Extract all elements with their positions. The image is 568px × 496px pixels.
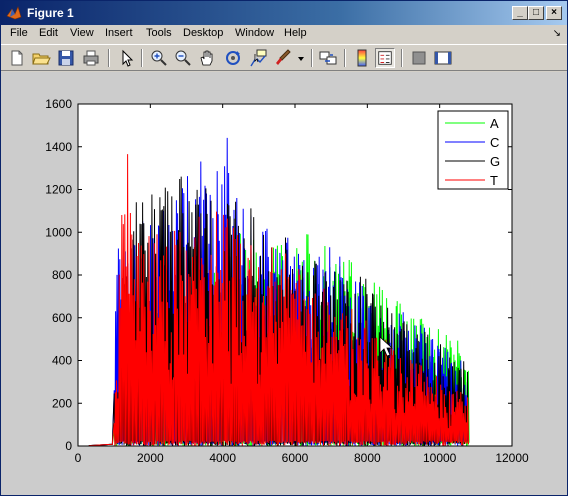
y-tick-label: 200	[52, 396, 72, 410]
menu-tools[interactable]: Tools	[146, 27, 172, 39]
menu-window[interactable]: Window	[235, 27, 274, 39]
legend-label-A: A	[490, 116, 499, 131]
x-tick-label: 4000	[209, 451, 236, 465]
y-tick-label: 400	[52, 354, 72, 368]
toolbar-separator	[141, 49, 143, 67]
show-plot-tools-icon[interactable]	[433, 48, 453, 68]
y-tick-label: 1000	[45, 225, 72, 239]
hide-plot-tools-icon[interactable]	[409, 48, 429, 68]
y-tick-label: 0	[65, 439, 72, 453]
toolbar-separator	[311, 49, 313, 67]
menu-desktop[interactable]: Desktop	[183, 27, 223, 39]
menu-view[interactable]: View	[70, 27, 94, 39]
legend-label-T: T	[490, 173, 498, 188]
y-tick-label: 800	[52, 268, 72, 282]
save-icon[interactable]	[56, 48, 76, 68]
menu-bar: File Edit View Insert Tools Desktop Wind…	[1, 25, 567, 43]
menu-help[interactable]: Help	[284, 27, 307, 39]
toolbar-separator	[344, 49, 346, 67]
minimize-button[interactable]: _	[512, 6, 528, 20]
colorbar-icon[interactable]	[352, 48, 372, 68]
title-bar[interactable]: Figure 1 _ □ ×	[1, 1, 567, 25]
toolbar-separator	[108, 49, 110, 67]
close-button[interactable]: ×	[546, 6, 562, 20]
brush-icon[interactable]	[273, 48, 293, 68]
maximize-button[interactable]: □	[528, 6, 544, 20]
legend-icon	[378, 51, 392, 65]
figure-toolbar	[1, 44, 567, 71]
data-cursor-icon[interactable]	[248, 48, 268, 68]
x-tick-label: 8000	[354, 451, 381, 465]
pan-icon[interactable]	[197, 48, 217, 68]
y-tick-label: 1400	[45, 140, 72, 154]
toolbar-separator	[401, 49, 403, 67]
legend-label-C: C	[490, 135, 499, 150]
menu-insert[interactable]: Insert	[105, 27, 133, 39]
menu-file[interactable]: File	[10, 27, 28, 39]
zoom-out-icon[interactable]	[173, 48, 193, 68]
y-tick-label: 1200	[45, 183, 72, 197]
print-icon[interactable]	[81, 48, 101, 68]
x-tick-label: 12000	[495, 451, 529, 465]
line-chart: 0 2000 4000 6000 8000 10000 12000 0 200 400 600 800…	[45, 97, 529, 465]
legend-button[interactable]	[375, 48, 395, 68]
edit-plot-icon[interactable]	[116, 48, 136, 68]
menu-edit[interactable]: Edit	[39, 27, 58, 39]
y-tick-label: 1600	[45, 97, 72, 111]
legend-label-G: G	[490, 154, 500, 169]
y-tick-label: 600	[52, 311, 72, 325]
x-tick-label: 2000	[137, 451, 164, 465]
zoom-in-icon[interactable]	[149, 48, 169, 68]
brush-dropdown-icon[interactable]	[297, 56, 305, 62]
open-file-icon[interactable]	[31, 48, 51, 68]
x-tick-label: 10000	[423, 451, 457, 465]
link-plot-icon[interactable]	[318, 48, 338, 68]
rotate-3d-icon[interactable]	[223, 48, 243, 68]
new-figure-icon[interactable]	[7, 48, 27, 68]
window-title: Figure 1	[27, 6, 74, 20]
matlab-logo-icon	[6, 6, 22, 20]
dock-arrow-icon[interactable]: ↘	[553, 28, 561, 39]
x-tick-label: 6000	[282, 451, 309, 465]
x-tick-label: 0	[75, 451, 82, 465]
